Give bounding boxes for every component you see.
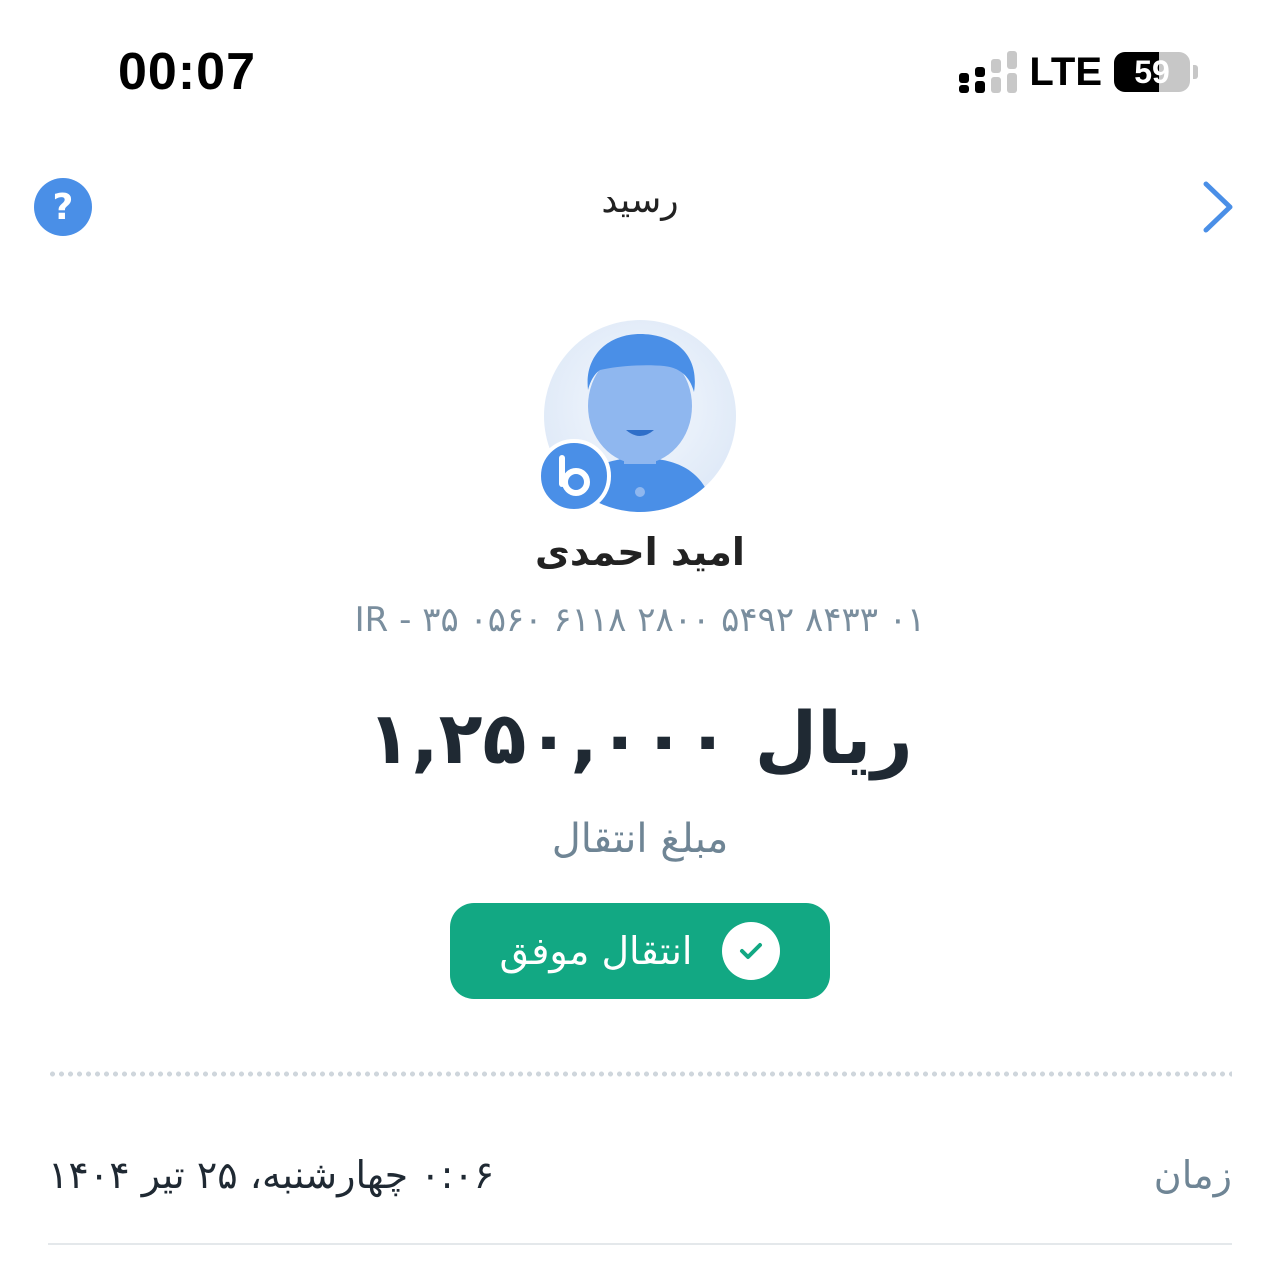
detail-value: ۰:۰۶ چهارشنبه، ۲۵ تیر ۱۴۰۴ <box>48 1153 495 1197</box>
page-title: رسید <box>601 180 679 221</box>
help-button[interactable]: ? <box>34 178 92 236</box>
status-time: 00:07 <box>118 43 256 101</box>
battery-icon: 59 <box>1114 52 1190 92</box>
transfer-amount: ۱,۲۵۰,۰۰۰ ریال <box>367 696 913 780</box>
battery-percent: 59 <box>1134 53 1170 90</box>
transfer-status-badge: انتقال موفق <box>450 903 830 999</box>
transfer-status-text: انتقال موفق <box>499 929 693 973</box>
row-divider <box>48 1243 1232 1245</box>
receipt-screen: 00:07 LTE 59 ? رسید امید احمدی IR - ۳۵ ۰… <box>0 0 1280 1263</box>
network-type: LTE <box>1029 49 1102 94</box>
transfer-amount-label: مبلغ انتقال <box>551 816 729 862</box>
recipient-name: امید احمدی <box>535 530 745 574</box>
checkmark-icon <box>722 922 781 980</box>
battery-cap <box>1193 65 1198 79</box>
status-indicators: LTE 59 <box>959 50 1198 94</box>
detail-row-time: زمان ۰:۰۶ چهارشنبه، ۲۵ تیر ۱۴۰۴ <box>48 1140 1232 1210</box>
dotted-divider <box>48 1071 1232 1077</box>
back-chevron-icon[interactable] <box>1198 178 1238 236</box>
bank-logo-badge <box>537 439 611 513</box>
detail-label: زمان <box>1153 1153 1232 1197</box>
cellular-signal-icon <box>959 51 1018 93</box>
account-number: IR - ۳۵ ۰۵۶۰ ۶۱۱۸ ۲۸۰۰ ۵۴۹۲ ۸۴۳۳ ۰۱ <box>354 600 926 640</box>
bank-logo-icon <box>559 455 590 496</box>
question-icon: ? <box>52 186 74 228</box>
